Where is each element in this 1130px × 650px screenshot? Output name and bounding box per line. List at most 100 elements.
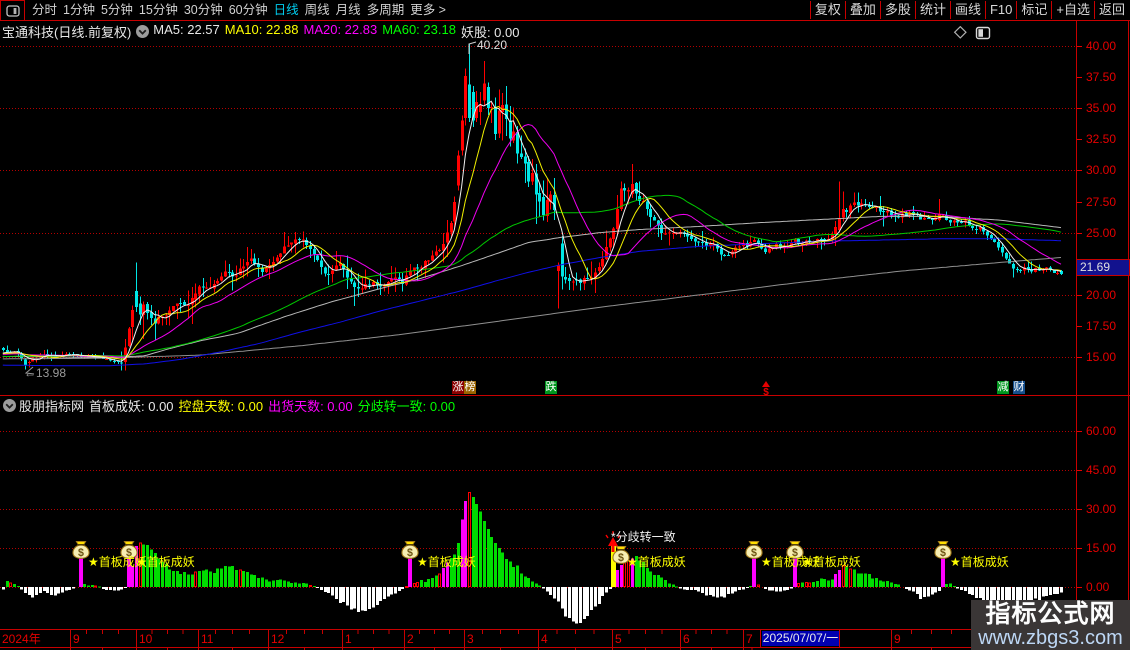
indicator-bar — [838, 570, 841, 587]
indicator-bar — [764, 587, 767, 589]
tool-button-统计[interactable]: 统计 — [915, 1, 950, 19]
indicator-bar — [320, 587, 323, 590]
candle-body — [453, 202, 456, 221]
indicator-bar — [686, 587, 689, 590]
candle-body — [616, 209, 619, 229]
period-tab-1分钟[interactable]: 1分钟 — [60, 0, 98, 20]
indicator-bar — [65, 587, 68, 591]
candle-body — [612, 229, 615, 239]
candle-body — [242, 267, 245, 269]
indicator-bar — [820, 578, 823, 587]
period-tab-30分钟[interactable]: 30分钟 — [181, 0, 226, 20]
indicator-bar — [1056, 587, 1059, 594]
period-tab-15分钟[interactable]: 15分钟 — [136, 0, 181, 20]
indicator-bar — [383, 587, 386, 599]
stock-title[interactable]: 宝通科技(日线.前复权) — [2, 22, 131, 41]
period-tab-5分钟[interactable]: 5分钟 — [98, 0, 136, 20]
indicator-bar — [572, 587, 575, 622]
indicator-bar — [601, 587, 604, 596]
indicator-bar — [690, 587, 693, 590]
indicator-bar — [871, 579, 874, 587]
candle-body — [113, 361, 116, 362]
indicator-bar — [831, 580, 834, 587]
tool-button-返回[interactable]: 返回 — [1094, 1, 1129, 19]
price-axis-label: 32.50 — [1086, 133, 1116, 145]
indicator-bar — [253, 575, 256, 587]
indicator-bar — [205, 569, 208, 587]
candle-body — [694, 239, 697, 242]
indicator-bar — [172, 571, 175, 587]
indicator-bar — [875, 578, 878, 587]
indicator-bar — [498, 548, 501, 587]
candle-body — [1056, 273, 1059, 274]
indicator-bar — [95, 586, 97, 587]
signal-label: ★首板成妖 — [802, 556, 861, 568]
tool-button-标记[interactable]: 标记 — [1016, 1, 1051, 19]
period-tab-分时[interactable]: 分时 — [29, 0, 60, 20]
period-tab-更多 >[interactable]: 更多 > — [407, 0, 449, 20]
candle-body — [723, 255, 726, 256]
indicator-bar — [731, 587, 734, 593]
indicator-bar — [798, 583, 800, 586]
period-tab-日线[interactable]: 日线 — [271, 0, 302, 20]
indicator-bar — [46, 587, 49, 593]
last-price-tag: 21.69 — [1076, 259, 1130, 276]
candle-body — [246, 262, 249, 266]
tool-button-复权[interactable]: 复权 — [810, 1, 845, 19]
indicator-bar — [912, 587, 915, 591]
indicator-bar — [31, 587, 34, 597]
indicator-bar — [557, 587, 560, 602]
collapse-chevron-icon[interactable] — [135, 24, 150, 39]
candle-body — [598, 267, 601, 271]
candle-body — [353, 282, 356, 286]
tool-button-画线[interactable]: 画线 — [950, 1, 985, 19]
indicator-bar — [198, 571, 201, 587]
indicator-bar — [442, 568, 445, 587]
period-tab-周线[interactable]: 周线 — [302, 0, 333, 20]
tool-button-F10[interactable]: F10 — [985, 1, 1016, 19]
candle-body — [124, 347, 127, 362]
candle-body — [738, 246, 741, 247]
indicator-bar — [483, 521, 486, 587]
indicator-source[interactable]: 股朋指标网 — [19, 396, 84, 415]
candle-body — [361, 288, 364, 289]
indicator-bar — [305, 584, 308, 587]
layout-toggle-button[interactable] — [0, 0, 25, 21]
candle-body — [494, 107, 497, 134]
indicator-bar — [28, 587, 31, 595]
tool-button-+自选[interactable]: +自选 — [1051, 1, 1094, 19]
indicator-bar — [310, 586, 312, 587]
candle-body — [179, 303, 182, 304]
month-label: 4 — [541, 632, 548, 646]
candle-body — [320, 261, 323, 267]
indicator-bar — [102, 587, 105, 589]
collapse-chevron-icon[interactable] — [2, 398, 17, 413]
indicator-bar — [357, 587, 360, 612]
indicator-bar — [79, 558, 83, 587]
indicator-bar — [250, 575, 253, 587]
period-tab-多周期[interactable]: 多周期 — [364, 0, 408, 20]
month-label: 9 — [73, 632, 80, 646]
indicator-bar — [590, 587, 593, 610]
diamond-icon[interactable] — [955, 27, 966, 38]
candle-body — [324, 267, 327, 273]
indicator-bar — [109, 587, 112, 590]
value-axis-label: 60.00 — [1086, 425, 1116, 437]
period-tab-60分钟[interactable]: 60分钟 — [226, 0, 271, 20]
tool-button-叠加[interactable]: 叠加 — [845, 1, 880, 19]
indicator-bar — [13, 584, 16, 587]
indicator-bar — [720, 587, 723, 597]
money-bag-icon: $ — [746, 541, 762, 559]
candle-body — [564, 277, 567, 279]
indicator-bar — [195, 572, 197, 587]
candle-body — [646, 202, 649, 210]
period-tab-月线[interactable]: 月线 — [333, 0, 364, 20]
candle-body — [609, 238, 612, 247]
indicator-bar — [727, 587, 730, 594]
indicator-bar — [350, 587, 353, 610]
indicator-bar — [809, 583, 811, 586]
maximize-pane-icon[interactable] — [977, 28, 990, 39]
indicator-bar — [853, 570, 856, 587]
tool-button-多股[interactable]: 多股 — [880, 1, 915, 19]
value-axis-label: 0.00 — [1086, 581, 1109, 593]
